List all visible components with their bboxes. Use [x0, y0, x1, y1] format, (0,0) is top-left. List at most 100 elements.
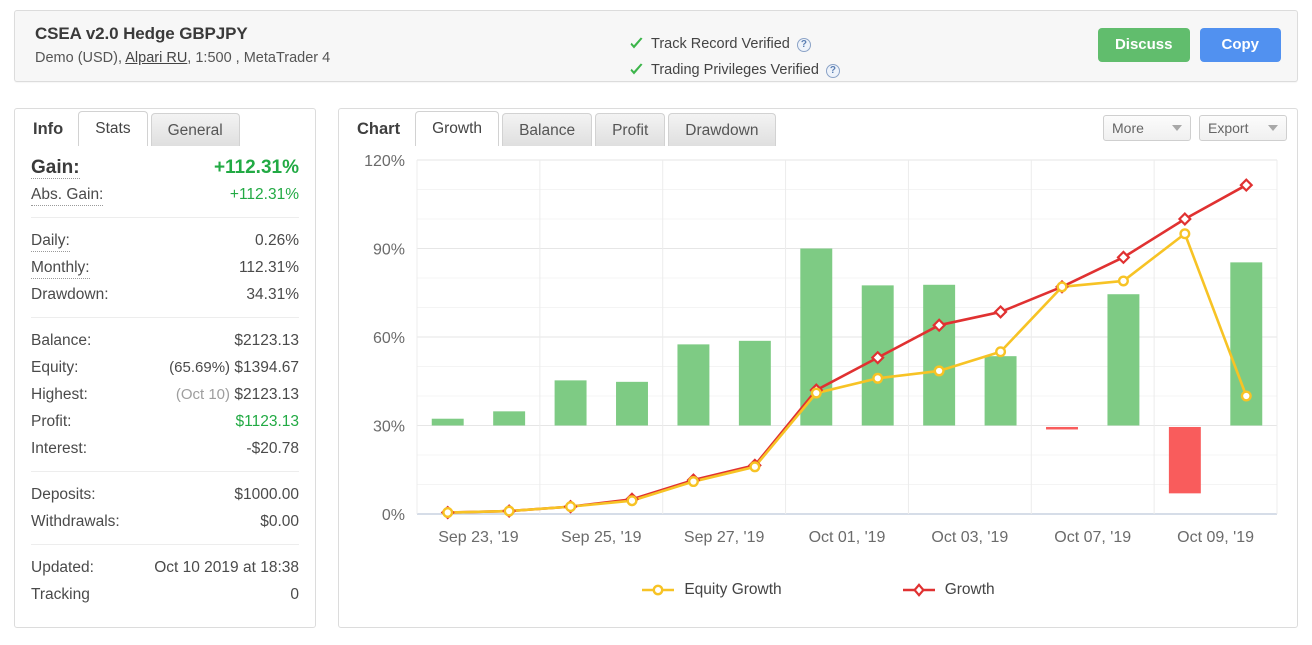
- stat-row-deposits: Deposits: $1000.00: [31, 481, 299, 508]
- stat-value-highest: (Oct 10) $2123.13: [176, 381, 299, 408]
- header-actions: Discuss Copy: [1097, 28, 1281, 62]
- growth-chart-svg[interactable]: 0% 30% 60% 90% 120% Sep 23, '19 Sep 25, '19 Sep…: [339, 146, 1297, 586]
- x-axis-tick-label: Sep 25, '19: [561, 529, 642, 546]
- verification-badges: Track Record Verified ? Trading Privileg…: [629, 33, 840, 85]
- chart-data-point: [933, 365, 945, 377]
- stats-panel: Info Stats General Gain: +112.31% Abs. G…: [14, 108, 316, 628]
- stat-label-gain[interactable]: Gain:: [31, 158, 80, 179]
- chart-data-point: [626, 495, 638, 507]
- x-axis-tick-label: Oct 09, '19: [1177, 529, 1254, 546]
- stat-row-daily: Daily: 0.26%: [31, 227, 299, 254]
- broker-link[interactable]: Alpari RU: [125, 50, 187, 66]
- discuss-button[interactable]: Discuss: [1097, 28, 1190, 62]
- stats-list: Gain: +112.31% Abs. Gain: +112.31% Daily…: [15, 145, 315, 627]
- y-axis-tick-label: 30%: [373, 419, 405, 436]
- y-axis-tick-label: 0%: [382, 507, 405, 524]
- stat-label-monthly[interactable]: Monthly:: [31, 258, 90, 279]
- stat-value-abs-gain: +112.31%: [229, 186, 299, 203]
- stats-group-meta: Updated: Oct 10 2019 at 18:38 Tracking 0: [31, 545, 299, 617]
- account-title: CSEA v2.0 Hedge GBPJPY: [35, 24, 248, 43]
- checkmark-icon: [629, 63, 644, 78]
- chart-tabstrip: Chart Growth Balance Profit Drawdown: [339, 108, 779, 146]
- export-dropdown[interactable]: Export: [1199, 115, 1287, 141]
- x-axis-tick-label: Oct 01, '19: [809, 529, 886, 546]
- stat-prefix-highest-date: (Oct 10): [175, 386, 231, 403]
- y-axis-tick-label: 90%: [373, 242, 405, 259]
- stat-row-tracking: Tracking 0: [31, 581, 299, 608]
- stat-row-interest: Interest: -$20.78: [31, 435, 299, 462]
- stat-row-balance: Balance: $2123.13: [31, 327, 299, 354]
- help-icon[interactable]: ?: [825, 63, 840, 78]
- stat-label-withdrawals: Withdrawals:: [31, 513, 120, 530]
- chart-data-point: [810, 387, 822, 399]
- stat-value-monthly: 112.31%: [238, 259, 299, 276]
- stat-row-withdrawals: Withdrawals: $0.00: [31, 508, 299, 535]
- panel-title-info: Info: [33, 120, 64, 138]
- chart-bar: [1107, 294, 1140, 426]
- stat-value-equity: (65.69%) $1394.67: [169, 354, 299, 381]
- y-axis-tick-label: 120%: [364, 153, 405, 170]
- chart-data-point: [995, 346, 1007, 358]
- stat-label-profit: Profit:: [31, 413, 72, 430]
- stat-label-daily[interactable]: Daily:: [31, 231, 70, 252]
- stat-row-gain: Gain: +112.31%: [31, 154, 299, 181]
- stat-value-deposits: $1000.00: [234, 486, 299, 503]
- more-dropdown[interactable]: More: [1103, 115, 1191, 141]
- chart-bar: [554, 380, 587, 426]
- account-identity: CSEA v2.0 Hedge GBPJPY Demo (USD), Alpar…: [35, 23, 330, 69]
- chart-panel: Chart Growth Balance Profit Drawdown Mor…: [338, 108, 1298, 628]
- tab-profit[interactable]: Profit: [595, 113, 666, 146]
- chart-data-point: [1056, 281, 1068, 293]
- growth-chart: 0% 30% 60% 90% 120% Sep 23, '19 Sep 25, '19 Sep…: [339, 146, 1297, 627]
- chevron-down-icon: [1268, 125, 1278, 131]
- chart-data-point: [1179, 228, 1191, 240]
- legend-item-growth[interactable]: Growth: [902, 581, 995, 599]
- stat-value-balance: $2123.13: [234, 332, 299, 349]
- chart-bar: [738, 340, 771, 426]
- chart-bar: [1046, 426, 1078, 430]
- stat-label-interest: Interest:: [31, 440, 87, 457]
- tab-balance[interactable]: Balance: [502, 113, 593, 146]
- panel-title-chart: Chart: [357, 120, 401, 138]
- verification-label: Trading Privileges Verified: [651, 62, 819, 78]
- tab-drawdown[interactable]: Drawdown: [668, 113, 776, 146]
- stat-row-monthly: Monthly: 112.31%: [31, 254, 299, 281]
- stat-label-deposits: Deposits:: [31, 486, 96, 503]
- stat-value-tracking: 0: [290, 586, 299, 603]
- legend-marker-circle-icon: [642, 584, 675, 596]
- stats-group-account: Balance: $2123.13 Equity: (65.69%) $1394…: [31, 318, 299, 472]
- chart-bar: [800, 248, 833, 426]
- stat-row-updated: Updated: Oct 10 2019 at 18:38: [31, 554, 299, 581]
- help-icon[interactable]: ?: [796, 37, 811, 52]
- chart-data-point: [442, 507, 454, 519]
- stat-value-withdrawals: $0.00: [260, 513, 299, 530]
- stat-label-drawdown: Drawdown:: [31, 286, 109, 303]
- chart-bar: [677, 344, 710, 426]
- chart-bar: [923, 284, 956, 426]
- tab-general[interactable]: General: [150, 113, 240, 146]
- legend-item-equity-growth[interactable]: Equity Growth: [641, 581, 782, 599]
- tab-growth[interactable]: Growth: [415, 111, 500, 146]
- tab-stats[interactable]: Stats: [78, 111, 148, 146]
- stat-amount-highest: $2123.13: [234, 386, 299, 403]
- account-details: , 1:500 , MetaTrader 4: [187, 50, 331, 66]
- stat-label-abs-gain[interactable]: Abs. Gain:: [31, 185, 104, 206]
- export-label: Export: [1208, 120, 1249, 136]
- chart-bar: [616, 381, 648, 426]
- x-axis-tick-label: Sep 23, '19: [438, 529, 519, 546]
- stat-row-drawdown: Drawdown: 34.31%: [31, 281, 299, 308]
- stat-label-updated: Updated:: [31, 559, 94, 576]
- verification-row-trading-privileges: Trading Privileges Verified ?: [629, 59, 840, 82]
- y-axis-tick-label: 60%: [373, 330, 405, 347]
- stat-label-balance: Balance:: [31, 332, 92, 349]
- stats-group-funding: Deposits: $1000.00 Withdrawals: $0.00: [31, 472, 299, 545]
- chart-data-point: [687, 476, 699, 488]
- chart-bar: [431, 418, 464, 426]
- account-header: CSEA v2.0 Hedge GBPJPY Demo (USD), Alpar…: [14, 10, 1298, 82]
- stat-label-tracking: Tracking: [31, 586, 90, 603]
- chevron-down-icon: [1172, 125, 1182, 131]
- chart-legend: Equity Growth Growth: [339, 581, 1297, 599]
- stat-prefix-equity-percent: (65.69%): [169, 359, 231, 376]
- stat-value-profit: $1123.13: [235, 413, 300, 430]
- copy-button[interactable]: Copy: [1199, 28, 1281, 62]
